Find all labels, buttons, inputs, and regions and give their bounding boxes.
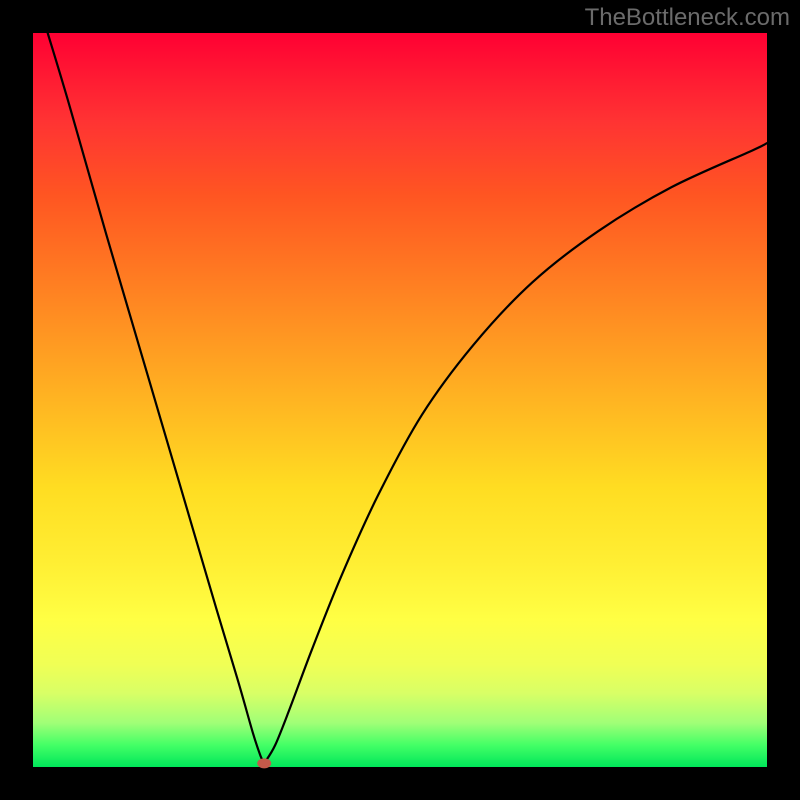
plot-area: [33, 33, 767, 767]
watermark-text: TheBottleneck.com: [585, 4, 790, 32]
chart-frame: TheBottleneck.com: [0, 0, 800, 800]
bottleneck-curve-left: [48, 33, 265, 763]
minimum-marker: [257, 758, 271, 768]
bottleneck-curve-right: [264, 143, 767, 763]
curve-layer: [33, 33, 767, 767]
